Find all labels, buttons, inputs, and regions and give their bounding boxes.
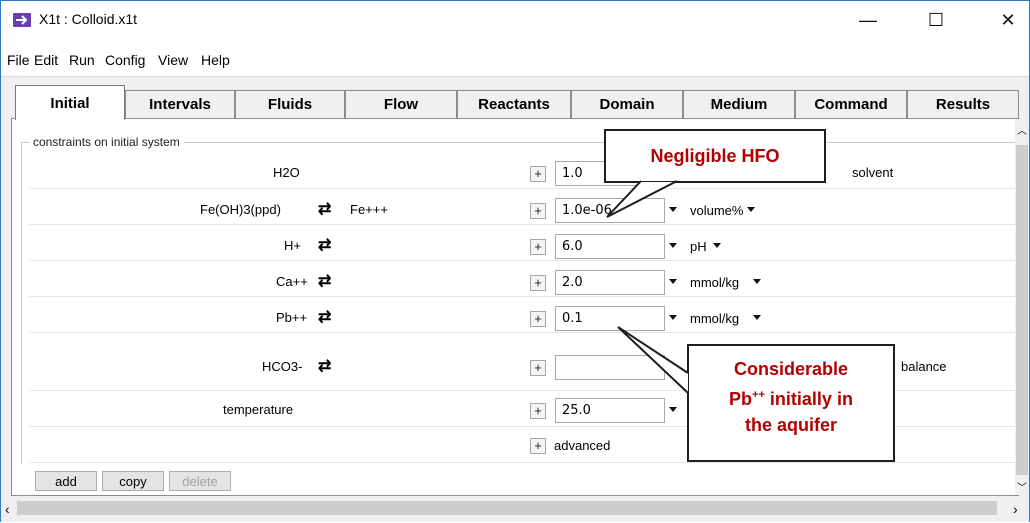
scroll-left-icon[interactable]: ‹ [5,501,10,517]
row-divider [29,332,1015,333]
plus-icon[interactable]: + [530,311,546,327]
app-window: X1t : Colloid.x1t — ☐ ✕ File Edit Run Co… [0,0,1030,522]
callout-pb-line2: Pb++ initially in [729,389,853,409]
caplus-value-field[interactable]: 2.0 [555,270,665,295]
dropdown-triangle-icon[interactable] [713,243,721,248]
row-label-caplus: Ca++ [276,274,308,289]
feoh3-unit[interactable]: volume% [690,203,743,218]
dropdown-triangle-icon[interactable] [747,207,755,212]
hco3-balance-label: balance [901,359,947,374]
add-button[interactable]: add [35,471,97,491]
plus-icon[interactable]: + [530,203,546,219]
dropdown-triangle-icon[interactable] [753,315,761,320]
scroll-right-icon[interactable]: › [1013,501,1018,517]
callout-pb-line3: the aquifer [744,415,837,435]
plus-icon[interactable]: + [530,360,546,376]
dropdown-triangle-icon[interactable] [669,315,677,320]
swap-arrows-icon[interactable]: ⇄ [318,199,331,219]
row-divider [29,296,1015,297]
dropdown-triangle-icon[interactable] [669,279,677,284]
plus-icon[interactable]: + [530,166,546,182]
callout-negligible-hfo: Negligible HFO [604,129,826,183]
delete-button: delete [169,471,231,491]
tab-domain[interactable]: Domain [571,90,683,118]
tab-flow[interactable]: Flow [345,90,457,118]
row-label-pbplus: Pb++ [276,310,308,325]
close-button[interactable]: ✕ [985,1,1030,39]
row-divider [29,462,1015,463]
h2o-solvent-label: solvent [852,165,894,180]
callout-hfo-text: Negligible HFO [650,146,780,166]
menu-view[interactable]: View [158,52,188,68]
tab-initial[interactable]: Initial [15,85,125,120]
row-label-hplus: H+ [284,238,301,253]
row-label-hco3: HCO3- [262,359,303,374]
callout-considerable-pb: Considerable Pb++ initially in the aquif… [687,344,895,462]
feoh3-value-field[interactable]: 1.0e-06 [555,198,665,223]
menu-bar: File Edit Run Config View Help [1,39,1029,77]
horizontal-scroll-thumb[interactable] [17,501,997,515]
dropdown-triangle-icon[interactable] [669,207,677,212]
tab-fluids[interactable]: Fluids [235,90,345,118]
pbplus-unit[interactable]: mmol/kg [690,311,739,326]
menu-run[interactable]: Run [69,52,95,68]
hco3-value-field[interactable] [555,355,665,380]
row-divider [29,188,1015,189]
tab-intervals[interactable]: Intervals [125,90,235,118]
dropdown-triangle-icon[interactable] [669,407,677,412]
plus-icon[interactable]: + [530,403,546,419]
swap-arrows-icon[interactable]: ⇄ [318,271,331,291]
plus-icon[interactable]: + [530,438,546,454]
dropdown-triangle-icon[interactable] [669,243,677,248]
swap-arrows-icon[interactable]: ⇄ [318,235,331,255]
menu-edit[interactable]: Edit [34,52,58,68]
callout-pb-line1: Considerable [733,359,849,379]
temperature-value-field[interactable]: 25.0 [555,398,665,423]
row-divider [29,260,1015,261]
scroll-down-icon[interactable]: ﹀ [1017,479,1027,494]
menu-config[interactable]: Config [105,52,145,68]
caplus-unit[interactable]: mmol/kg [690,275,739,290]
swap-arrows-icon[interactable]: ⇄ [318,307,331,327]
dropdown-triangle-icon[interactable] [753,279,761,284]
maximize-button[interactable]: ☐ [913,1,959,39]
row-label-feoh3: Fe(OH)3(ppd) [200,202,281,217]
minimize-button[interactable]: — [845,1,891,39]
window-title: X1t : Colloid.x1t [39,11,138,27]
plus-icon[interactable]: + [530,239,546,255]
row-divider [29,224,1015,225]
copy-button[interactable]: copy [102,471,164,491]
pbplus-value-field[interactable]: 0.1 [555,306,665,331]
tab-reactants[interactable]: Reactants [457,90,571,118]
tab-results[interactable]: Results [907,90,1019,118]
app-logo-icon [13,13,31,27]
group-title: constraints on initial system [29,135,184,149]
vertical-scroll-thumb[interactable] [1016,145,1028,475]
title-bar: X1t : Colloid.x1t — ☐ ✕ [1,1,1029,39]
menu-help[interactable]: Help [201,52,230,68]
plus-icon[interactable]: + [530,275,546,291]
row-label-h2o: H2O [273,165,300,180]
tab-command[interactable]: Command [795,90,907,118]
advanced-toggle[interactable]: advanced [554,438,610,453]
menu-file[interactable]: File [7,52,30,68]
row-swap-species: Fe+++ [350,202,388,217]
swap-arrows-icon[interactable]: ⇄ [318,356,331,376]
hplus-unit[interactable]: pH [690,239,707,254]
row-label-temperature: temperature [223,402,294,417]
hplus-value-field[interactable]: 6.0 [555,234,665,259]
scroll-up-icon[interactable]: ︿ [1017,122,1027,137]
tab-medium[interactable]: Medium [683,90,795,118]
